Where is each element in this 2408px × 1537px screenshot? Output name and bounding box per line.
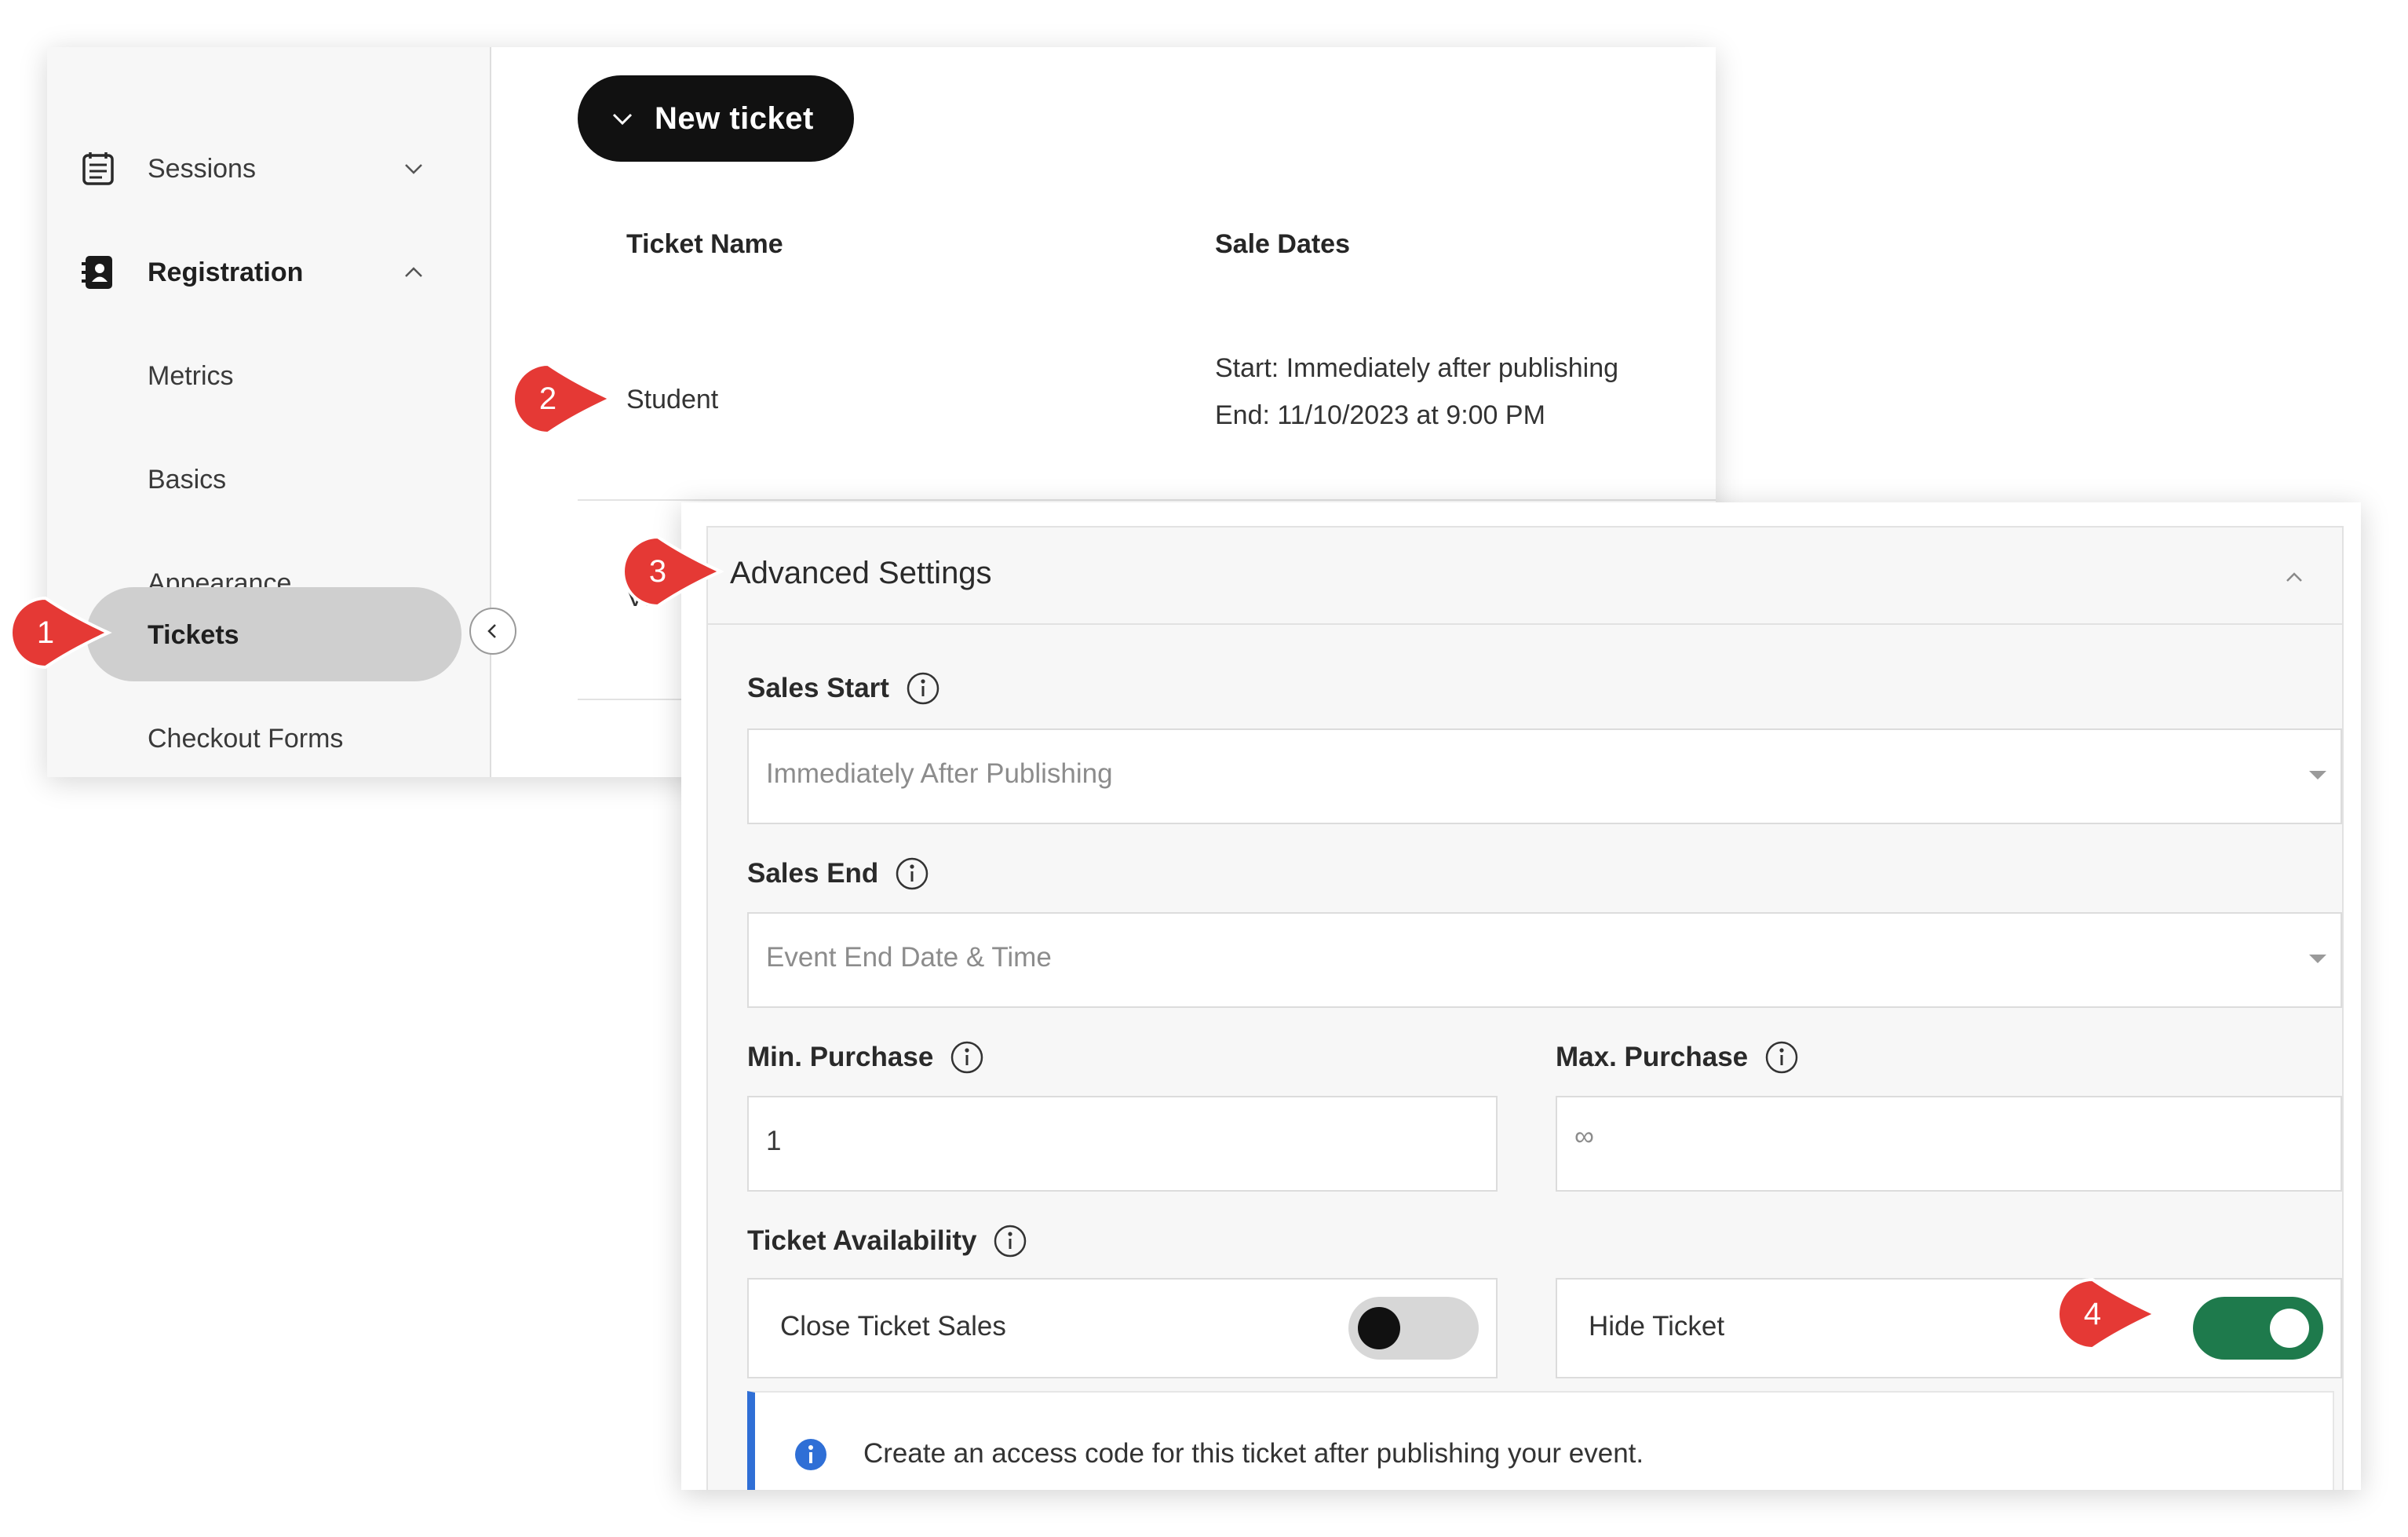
toggle-knob <box>1358 1307 1400 1349</box>
caret-down-icon <box>2309 771 2326 779</box>
advanced-settings-title: Advanced Settings <box>730 556 992 590</box>
ticket-availability-label: Ticket Availability <box>747 1223 1028 1259</box>
close-ticket-sales-toggle[interactable] <box>1348 1297 1479 1360</box>
notice-text: Create an access code for this ticket af… <box>863 1438 1644 1469</box>
advanced-settings-header[interactable]: Advanced Settings <box>708 528 2342 625</box>
caret-down-icon <box>2309 955 2326 963</box>
callout-number: 4 <box>2083 1296 2102 1331</box>
sale-end-text: End: 11/10/2023 at 9:00 PM <box>1215 400 1545 430</box>
sidebar-item-checkout-forms[interactable]: Checkout Forms <box>47 695 491 777</box>
sales-end-label-text: Sales End <box>747 858 879 889</box>
sales-start-select[interactable]: Immediately After Publishing <box>747 728 2342 824</box>
sales-start-label: Sales Start <box>747 670 941 706</box>
chevron-left-icon <box>487 624 496 638</box>
sidebar-item-label: Registration <box>148 257 304 287</box>
info-icon[interactable] <box>1764 1039 1800 1075</box>
info-icon[interactable] <box>949 1039 985 1075</box>
hide-ticket-toggle[interactable] <box>2193 1297 2323 1360</box>
row-divider <box>578 499 1716 501</box>
hide-ticket-label: Hide Ticket <box>1589 1311 1725 1342</box>
collapse-sidebar-button[interactable] <box>469 608 516 655</box>
close-ticket-sales-row: Close Ticket Sales <box>747 1278 1498 1378</box>
sidebar-item-label: Tickets <box>148 619 239 650</box>
min-purchase-input[interactable]: 1 <box>747 1096 1498 1192</box>
sidebar-item-basics[interactable]: Basics <box>47 436 491 523</box>
contact-book-icon <box>82 256 112 289</box>
chevron-down-icon <box>405 164 422 174</box>
chevron-down-icon <box>612 113 633 126</box>
sales-end-label: Sales End <box>747 856 930 892</box>
hide-ticket-row: Hide Ticket <box>1556 1278 2342 1378</box>
calendar-list-icon <box>82 152 114 185</box>
sidebar-item-label: Checkout Forms <box>148 723 344 754</box>
sidebar-item-sessions[interactable]: Sessions <box>47 126 491 212</box>
ticket-availability-label-text: Ticket Availability <box>747 1225 977 1256</box>
max-purchase-label: Max. Purchase <box>1556 1039 1800 1075</box>
callout-badge-3: 3 <box>620 534 730 609</box>
sales-start-label-text: Sales Start <box>747 673 889 703</box>
callout-badge-4: 4 <box>2055 1276 2165 1352</box>
callout-badge-2: 2 <box>510 361 620 436</box>
min-purchase-label: Min. Purchase <box>747 1039 985 1075</box>
ticket-name-student[interactable]: Student <box>626 385 718 415</box>
callout-number: 1 <box>36 615 55 650</box>
info-filled-icon <box>795 1439 826 1470</box>
callout-number: 3 <box>648 553 667 589</box>
sidebar-item-metrics[interactable]: Metrics <box>47 333 491 419</box>
sidebar-item-label: Sessions <box>148 153 256 184</box>
sidebar-item-registration[interactable]: Registration <box>47 229 491 316</box>
chevron-up-icon[interactable] <box>2281 564 2308 590</box>
info-icon[interactable] <box>894 856 930 892</box>
new-ticket-button[interactable]: New ticket <box>578 75 854 162</box>
sales-end-select[interactable]: Event End Date & Time <box>747 912 2342 1008</box>
column-header-sale-dates: Sale Dates <box>1215 229 1350 259</box>
sidebar-item-label: Basics <box>148 464 227 495</box>
min-purchase-value: 1 <box>766 1126 782 1156</box>
info-icon[interactable] <box>992 1223 1028 1259</box>
callout-number: 2 <box>538 381 557 416</box>
column-header-ticket-name: Ticket Name <box>626 229 783 259</box>
info-icon[interactable] <box>905 670 941 706</box>
max-purchase-input[interactable]: ∞ <box>1556 1096 2342 1192</box>
sidebar-item-label: Metrics <box>148 360 234 391</box>
sale-start-text: Start: Immediately after publishing <box>1215 353 1619 383</box>
max-purchase-label-text: Max. Purchase <box>1556 1042 1749 1072</box>
sales-end-value: Event End Date & Time <box>766 942 1052 973</box>
callout-badge-1: 1 <box>8 595 118 670</box>
chevron-up-icon <box>405 267 422 277</box>
max-purchase-value: ∞ <box>1574 1121 1594 1152</box>
sales-start-value: Immediately After Publishing <box>766 758 1113 789</box>
toggle-knob <box>2270 1309 2309 1348</box>
min-purchase-label-text: Min. Purchase <box>747 1042 934 1072</box>
close-ticket-sales-label: Close Ticket Sales <box>780 1311 1006 1342</box>
new-ticket-label: New ticket <box>655 100 814 136</box>
access-code-notice: Create an access code for this ticket af… <box>747 1391 2334 1490</box>
